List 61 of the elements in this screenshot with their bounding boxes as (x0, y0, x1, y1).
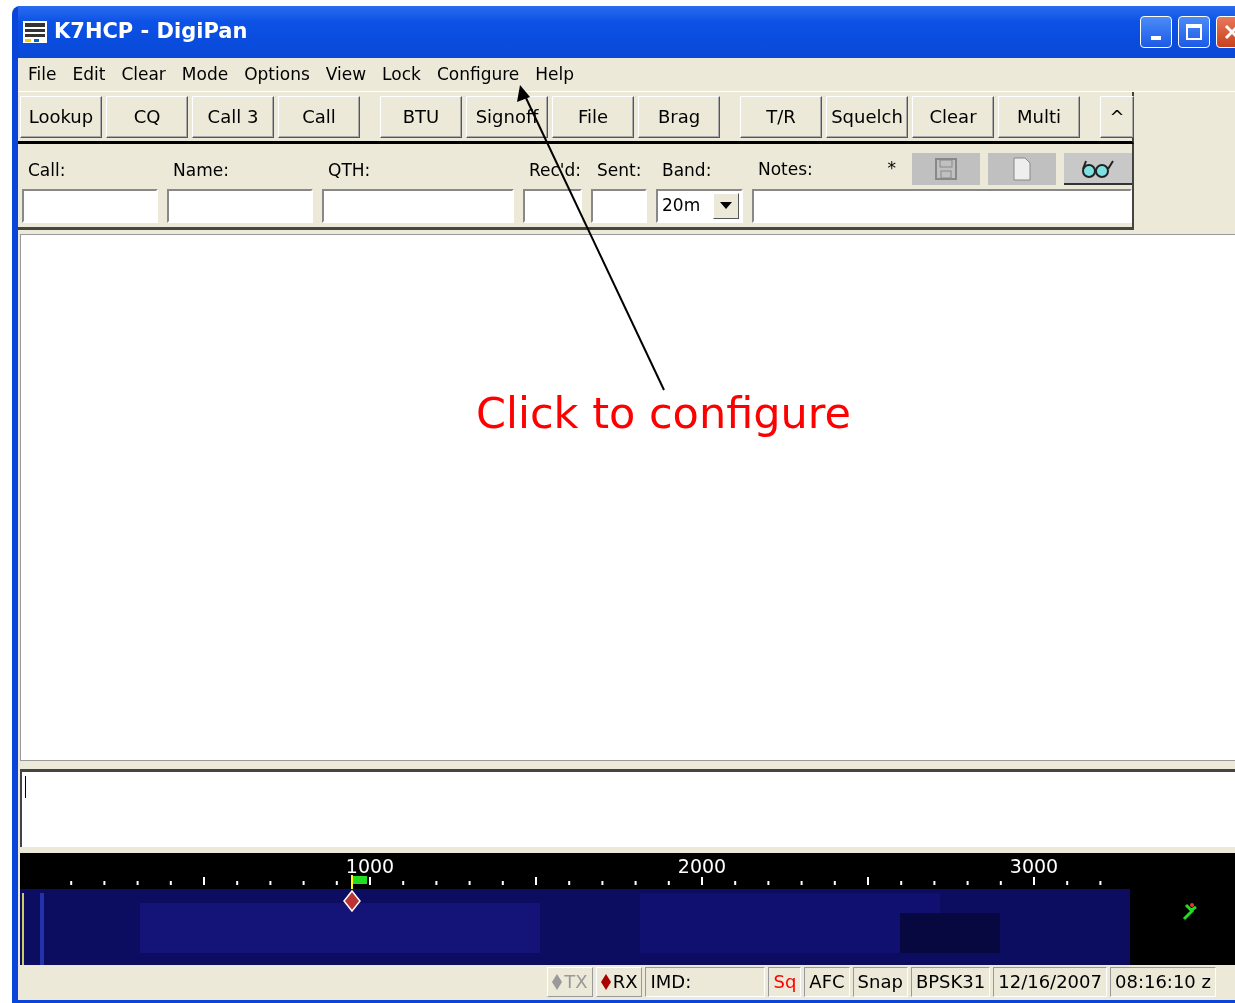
inactive-indicator: TX (547, 967, 593, 997)
status-field: Snap (852, 967, 908, 997)
app-icon (22, 20, 48, 44)
toolbar-button[interactable]: Squelch (826, 95, 908, 138)
text-cursor (25, 776, 26, 798)
status-field: 12/16/2007 (993, 967, 1107, 997)
menu-item[interactable]: File (20, 61, 65, 88)
diamond-icon (552, 974, 563, 990)
toolbar-button[interactable]: Clear (912, 95, 994, 138)
menu-item[interactable]: Edit (64, 61, 114, 88)
menu-item[interactable]: View (317, 61, 375, 88)
annotation-label: Click to configure (476, 387, 851, 440)
status-field: 08:16:10 z (1110, 967, 1216, 997)
dropdown-arrow-icon (720, 202, 732, 210)
toolbar-button[interactable]: Call 3 (192, 95, 274, 138)
transmit-text-area[interactable] (20, 769, 1235, 847)
toolbar-button[interactable]: CQ (106, 95, 188, 138)
field-label: Call: (27, 159, 66, 182)
status-field: AFC (804, 967, 850, 997)
input-field[interactable] (523, 189, 582, 223)
menu-item[interactable]: Help (527, 61, 583, 88)
menu-item[interactable]: Configure (428, 61, 528, 88)
status-field: Sq (768, 967, 802, 997)
input-field[interactable] (591, 189, 647, 223)
toolbar-button[interactable]: Call (278, 95, 360, 138)
minimize-icon (1151, 36, 1161, 40)
field-label: Notes: (757, 158, 813, 181)
active-indicator: RX (595, 967, 643, 997)
notes-marker: * (887, 157, 896, 181)
diamond-icon (600, 974, 611, 990)
band-dropdown[interactable]: 20m (656, 189, 743, 223)
menu-item[interactable]: Options (236, 61, 318, 88)
toolbar-button[interactable]: ^ (1100, 95, 1134, 138)
toolbar-button[interactable]: Multi (998, 95, 1080, 138)
toolbar-button[interactable]: File (552, 95, 634, 138)
field-label: Sent: (596, 159, 642, 182)
page-icon (1013, 157, 1031, 181)
glasses-button[interactable] (1064, 153, 1132, 185)
input-field[interactable] (167, 189, 313, 223)
scale-label: 2000 (677, 855, 727, 877)
maximize-button[interactable] (1178, 16, 1210, 48)
field-label: Band: (661, 159, 712, 182)
minimize-button[interactable] (1140, 16, 1172, 48)
status-field: IMD: (645, 967, 766, 997)
maximize-icon (1185, 23, 1203, 41)
input-field[interactable] (752, 189, 1132, 223)
field-label: QTH: (327, 159, 371, 182)
scale-label: 1000 (345, 855, 395, 877)
menu-item[interactable]: Mode (173, 61, 237, 88)
input-field[interactable] (322, 189, 514, 223)
toolbar-button[interactable]: BTU (380, 95, 462, 138)
toolbar-button[interactable]: Brag (638, 95, 720, 138)
window-title: K7HCP - DigiPan (54, 18, 249, 46)
toolbar-button[interactable]: T/R (740, 95, 822, 138)
status-field: BPSK31 (910, 967, 991, 997)
toolbar-button[interactable]: Lookup (20, 95, 102, 138)
menu-item[interactable]: Clear (113, 61, 174, 88)
scale-label: 3000 (1009, 855, 1059, 877)
menu-item[interactable]: Lock (374, 61, 429, 88)
input-field[interactable] (22, 189, 158, 223)
field-label: Name: (172, 159, 229, 182)
